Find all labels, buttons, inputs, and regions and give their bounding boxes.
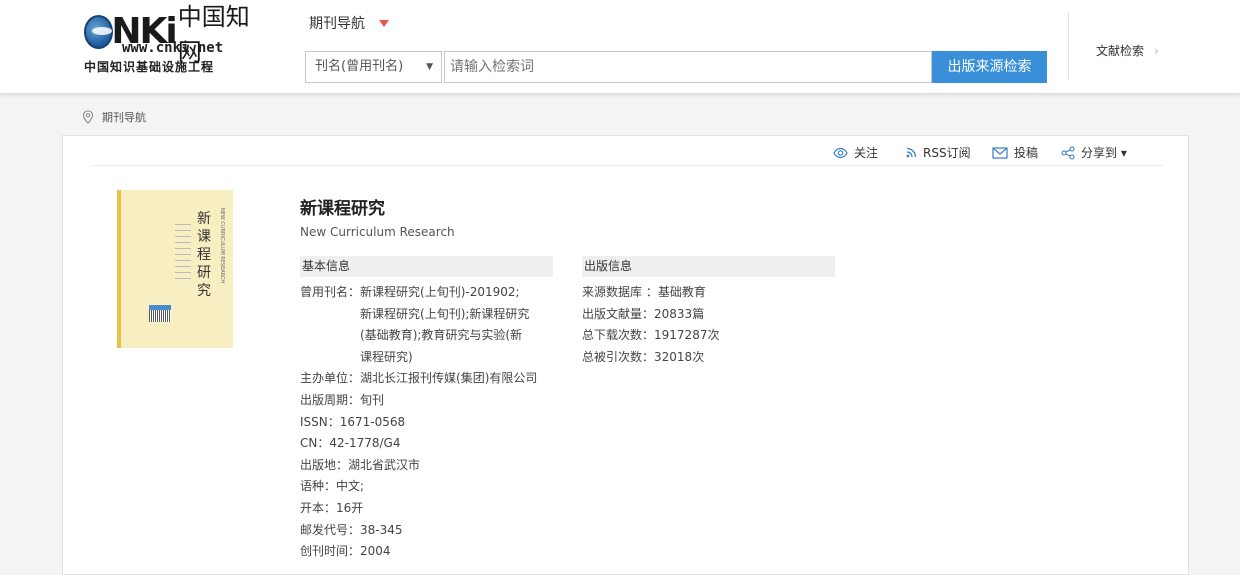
- info-key: 语种：: [300, 479, 337, 494]
- cover-barcode: [149, 310, 171, 322]
- info-value: 新课程研究(上旬刊)-201902;新课程研究(上旬刊);新课程研究(基础教育)…: [360, 285, 530, 364]
- logo-brand-cn: 中国知网: [177, 3, 250, 66]
- rss-subscribe-button[interactable]: RSS订阅: [906, 144, 971, 161]
- eye-icon: [833, 147, 848, 158]
- pub-row-citations: 总被引次数： 32018次: [582, 347, 782, 369]
- journal-title-en: New Curriculum Research: [300, 225, 455, 239]
- info-value: 2004: [360, 544, 391, 559]
- info-value: 20833篇: [654, 306, 705, 321]
- basic-info-heading: 基本信息: [300, 256, 553, 277]
- pub-info-list: 来源数据库 ： 基础教育 出版文献量： 20833篇 总下载次数： 191728…: [582, 282, 782, 368]
- source-search-button[interactable]: 出版来源检索: [932, 51, 1047, 83]
- envelope-icon: [992, 146, 1008, 159]
- info-key: 邮发代号：: [300, 522, 361, 537]
- info-key: 开本：: [300, 500, 337, 515]
- select-arrow-icon: ▼: [426, 62, 433, 72]
- doc-search-label: 文献检索: [1096, 44, 1145, 58]
- info-key: 总下载次数：: [582, 328, 655, 343]
- submit-manuscript-button[interactable]: 投稿: [992, 144, 1038, 161]
- info-key: 出版周期：: [300, 392, 361, 407]
- search-input[interactable]: [444, 51, 932, 83]
- journal-title: 新课程研究: [300, 199, 385, 219]
- info-row-format: 开本： 16开: [300, 498, 560, 520]
- info-key: ISSN：: [300, 414, 340, 429]
- info-value: 1917287次: [654, 328, 720, 343]
- follow-button[interactable]: 关注: [833, 144, 878, 161]
- info-key: 出版地：: [300, 457, 349, 472]
- location-pin-icon: [82, 110, 94, 124]
- info-key: 创刊时间：: [300, 544, 361, 559]
- info-value: 中文;: [336, 479, 365, 494]
- search-field-selected: 刊名(曾用刊名): [315, 59, 404, 74]
- share-label: 分享到 ▾: [1081, 146, 1127, 160]
- cover-decoration: [175, 224, 191, 294]
- search-field-select[interactable]: 刊名(曾用刊名) ▼: [305, 51, 442, 83]
- logo-url: www.cnki.net: [122, 40, 224, 56]
- info-value: 16开: [336, 500, 364, 515]
- info-key: 曾用刊名：: [300, 285, 361, 299]
- doc-search-link[interactable]: 文献检索 ›: [1096, 42, 1159, 59]
- breadcrumb-item[interactable]: 期刊导航: [102, 109, 146, 125]
- rss-icon: [906, 147, 917, 158]
- info-key: 出版文献量：: [582, 306, 655, 321]
- submit-label: 投稿: [1014, 146, 1039, 160]
- pub-row-database: 来源数据库 ： 基础教育: [582, 282, 782, 304]
- rss-label: RSS订阅: [923, 146, 971, 160]
- globe-icon: [84, 15, 114, 49]
- info-value: 旬刊: [360, 392, 385, 407]
- info-key: 主办单位：: [300, 371, 361, 386]
- info-value: 1671-0568: [339, 414, 406, 429]
- journal-cover-image[interactable]: 新课程研究 NEW CURRICULUM RESEARCH: [117, 190, 233, 348]
- info-row-issn: ISSN： 1671-0568: [300, 412, 560, 434]
- info-row-cn: CN： 42-1778/G4: [300, 433, 560, 455]
- info-value: 38-345: [360, 522, 403, 537]
- site-header: NKi 中国知网 www.cnki.net 中国知识基础设施工程 期刊导航 刊名…: [0, 0, 1240, 94]
- info-value: 湖北长江报刊传媒(集团)有限公司: [360, 371, 538, 386]
- info-row-alias: 曾用刊名： 新课程研究(上旬刊)-201902;新课程研究(上旬刊);新课程研究…: [300, 282, 560, 368]
- follow-label: 关注: [854, 146, 879, 160]
- journal-nav-menu[interactable]: 期刊导航: [309, 13, 389, 33]
- breadcrumb: 期刊导航: [82, 109, 146, 125]
- share-button[interactable]: 分享到 ▾: [1061, 144, 1127, 161]
- info-value: 基础教育: [657, 285, 706, 299]
- header-divider: [1068, 12, 1069, 80]
- info-value: 42-1778/G4: [329, 436, 401, 451]
- info-row-frequency: 出版周期： 旬刊: [300, 390, 560, 412]
- share-icon: [1061, 145, 1075, 160]
- logo-subtitle: 中国知识基础设施工程: [84, 60, 215, 74]
- info-key: CN：: [300, 436, 330, 451]
- info-key: 来源数据库 ：: [582, 285, 658, 299]
- journal-toolbar: 关注 RSS订阅 投稿 分享到 ▾: [91, 136, 1163, 166]
- cover-title: 新课程研究: [197, 211, 211, 299]
- info-key: 总被引次数：: [582, 349, 655, 364]
- info-value: 32018次: [654, 349, 705, 364]
- pub-info-heading: 出版信息: [582, 256, 835, 277]
- info-row-place: 出版地： 湖北省武汉市: [300, 455, 560, 477]
- journal-panel: 关注 RSS订阅 投稿 分享到 ▾ 新课程研究 NEW CURRICULUM R…: [62, 135, 1189, 575]
- cnki-logo[interactable]: NKi 中国知网 www.cnki.net 中国知识基础设施工程: [84, 3, 259, 74]
- info-row-founded: 创刊时间： 2004: [300, 541, 560, 563]
- cover-title-en: NEW CURRICULUM RESEARCH: [219, 208, 225, 284]
- info-value: 湖北省武汉市: [348, 457, 421, 472]
- info-row-sponsor: 主办单位： 湖北长江报刊传媒(集团)有限公司: [300, 368, 560, 390]
- basic-info-list: 曾用刊名： 新课程研究(上旬刊)-201902;新课程研究(上旬刊);新课程研究…: [300, 282, 560, 563]
- journal-nav-label: 期刊导航: [309, 16, 365, 32]
- info-row-language: 语种： 中文;: [300, 476, 560, 498]
- pub-row-downloads: 总下载次数： 1917287次: [582, 325, 782, 347]
- info-row-postal-code: 邮发代号： 38-345: [300, 520, 560, 542]
- caret-down-icon: [379, 19, 389, 27]
- chevron-right-icon: ›: [1154, 43, 1159, 58]
- pub-row-article-count: 出版文献量： 20833篇: [582, 304, 782, 326]
